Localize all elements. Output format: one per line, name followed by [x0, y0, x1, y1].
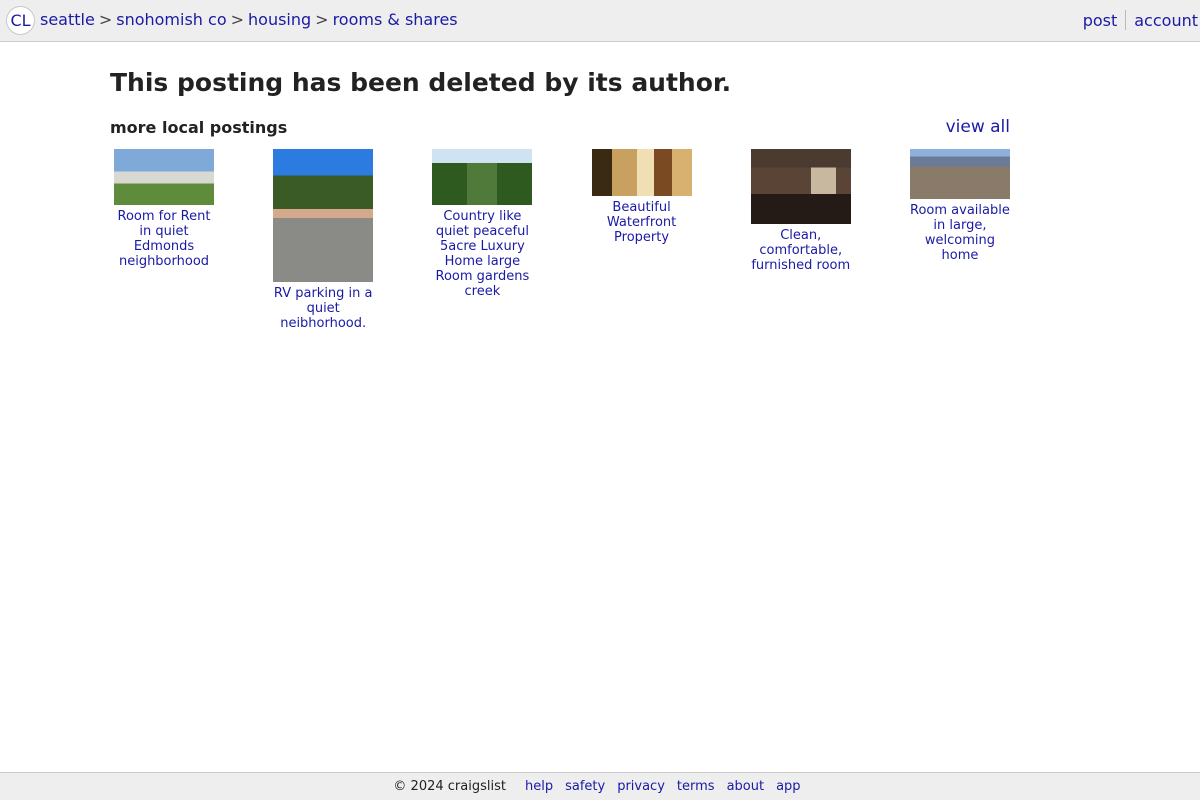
account-link[interactable]: account: [1126, 11, 1200, 30]
posting-title[interactable]: Room for Rent in quiet Edmonds neighborh…: [112, 209, 216, 269]
postings-gallery: Room for Rent in quiet Edmonds neighborh…: [110, 149, 1014, 331]
posting-item[interactable]: Country like quiet peaceful 5acre Luxury…: [428, 149, 536, 331]
footer-privacy-link[interactable]: privacy: [617, 779, 665, 794]
posting-thumbnail[interactable]: [432, 149, 533, 205]
posting-title[interactable]: Beautiful Waterfront Property: [590, 200, 694, 245]
breadcrumb-separator: >: [230, 10, 245, 29]
posting-title[interactable]: Room available in large, welcoming home: [908, 203, 1012, 263]
posting-thumbnail[interactable]: [591, 149, 692, 196]
footer-terms-link[interactable]: terms: [677, 779, 715, 794]
posting-item[interactable]: RV parking in a quiet neibhorhood.: [269, 149, 377, 331]
breadcrumb-rooms-shares[interactable]: rooms & shares: [333, 10, 458, 29]
posting-thumbnail[interactable]: [909, 149, 1010, 199]
breadcrumb-snohomish[interactable]: snohomish co: [116, 10, 226, 29]
header-right-links: post account: [1075, 0, 1200, 40]
posting-item[interactable]: Room available in large, welcoming home: [906, 149, 1014, 331]
footer-about-link[interactable]: about: [727, 779, 765, 794]
breadcrumb-separator: >: [98, 10, 113, 29]
craigslist-logo[interactable]: CL: [6, 6, 35, 35]
header-bar: CL seattle > snohomish co > housing > rooms & …: [0, 0, 1200, 42]
posting-title[interactable]: RV parking in a quiet neibhorhood.: [271, 286, 375, 331]
copyright-text: © 2024 craigslist: [393, 779, 506, 794]
posting-item[interactable]: Clean, comfortable, furnished room: [747, 149, 855, 331]
posting-thumbnail[interactable]: [114, 149, 214, 205]
breadcrumb: seattle > snohomish co > housing > rooms & sha…: [40, 0, 458, 40]
footer-safety-link[interactable]: safety: [565, 779, 605, 794]
page-title: This posting has been deleted by its aut…: [110, 68, 732, 97]
view-all-link[interactable]: view all: [946, 117, 1010, 137]
footer-help-link[interactable]: help: [525, 779, 553, 794]
posting-thumbnail[interactable]: [750, 149, 851, 224]
posting-item[interactable]: Room for Rent in quiet Edmonds neighborh…: [110, 149, 218, 331]
breadcrumb-seattle[interactable]: seattle: [40, 10, 95, 29]
footer-app-link[interactable]: app: [776, 779, 800, 794]
posting-title[interactable]: Country like quiet peaceful 5acre Luxury…: [430, 209, 534, 299]
posting-item[interactable]: Beautiful Waterfront Property: [588, 149, 696, 331]
post-link[interactable]: post: [1075, 11, 1126, 30]
footer-bar: © 2024 craigslist help safety privacy te…: [0, 772, 1200, 800]
posting-title[interactable]: Clean, comfortable, furnished room: [749, 228, 853, 273]
more-local-heading: more local postings: [110, 118, 288, 137]
breadcrumb-housing[interactable]: housing: [248, 10, 311, 29]
breadcrumb-separator: >: [315, 10, 329, 29]
posting-thumbnail[interactable]: [273, 149, 374, 282]
